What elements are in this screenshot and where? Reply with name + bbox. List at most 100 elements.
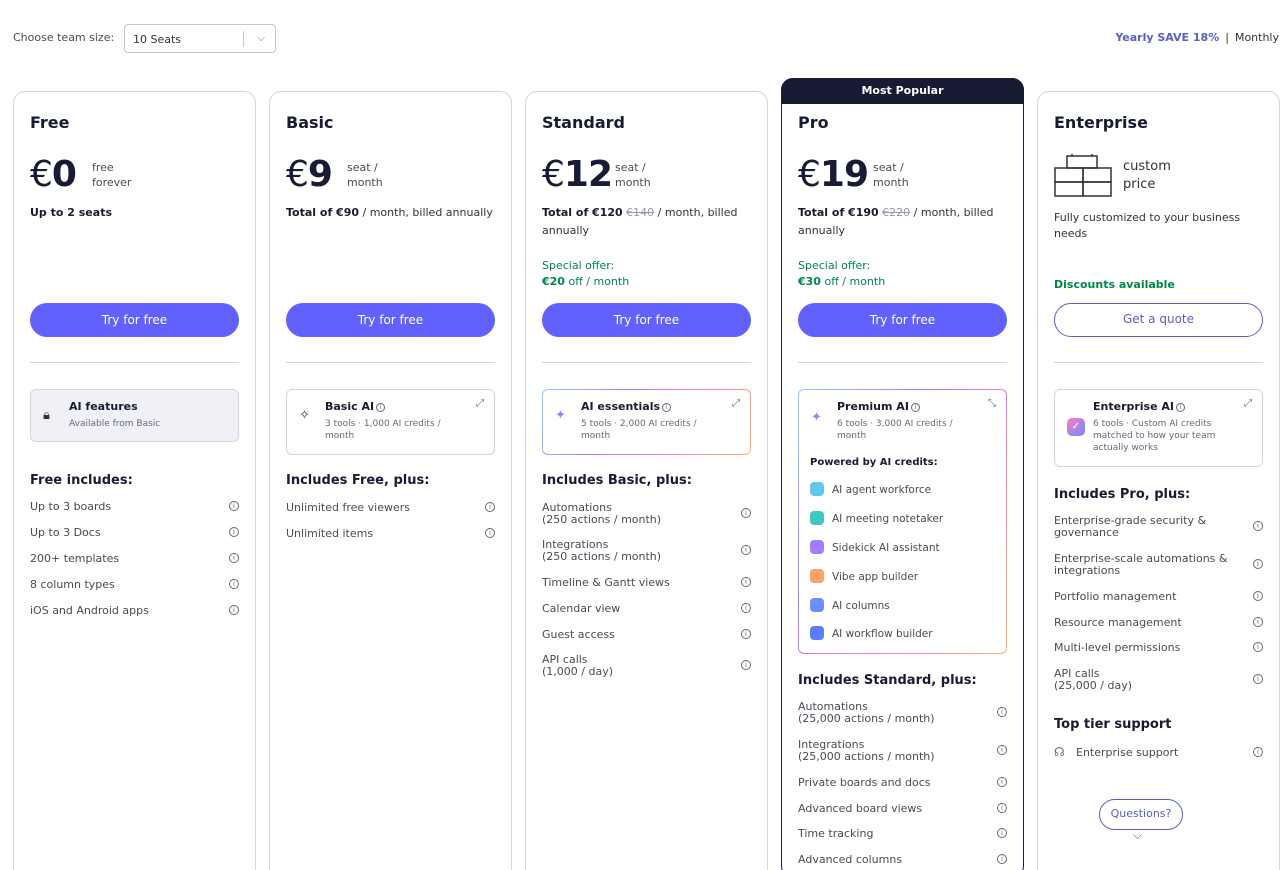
plan-card-enterprise: Enterprise custom price Fully customized …	[1037, 91, 1280, 870]
ai-sparkle-icon: ✦	[555, 408, 566, 423]
credit-item: AI agent workforce	[810, 482, 931, 496]
feature-item: ☊ Enterprise support i	[1054, 746, 1263, 759]
team-size-select[interactable]: 10 Seats ⌵	[124, 24, 276, 53]
expand-icon[interactable]: ⤢	[732, 398, 740, 409]
ai-desc: 6 tools · Custom AI credits matched to h…	[1093, 419, 1216, 453]
feature-item: iOS and Android apps i	[30, 605, 239, 617]
ai-features-box[interactable]: ✧ Basic AI i 3 tools · 1,000 AI credits /…	[286, 389, 495, 455]
team-size-label: Choose team size:	[13, 31, 115, 44]
info-icon[interactable]: i	[997, 854, 1007, 864]
questions-button[interactable]: Questions?	[1099, 799, 1183, 830]
info-icon[interactable]: i	[229, 553, 239, 563]
feature-item: Advanced board views i	[798, 803, 1007, 815]
sidekick-icon	[810, 540, 824, 554]
divider	[30, 362, 239, 363]
support-title: Top tier support	[1054, 717, 1172, 732]
info-icon[interactable]: i	[1253, 674, 1263, 684]
ai-features-box[interactable]: ✦ AI essentials i 5 tools · 2,000 AI cred…	[542, 389, 751, 455]
plan-card-standard: Standard €12 seat / month Total of €120 €…	[525, 91, 768, 870]
info-icon[interactable]: i	[997, 745, 1007, 755]
plan-name: Pro	[798, 113, 829, 132]
includes-title: Includes Pro, plus:	[1054, 487, 1191, 502]
plan-name: Enterprise	[1054, 113, 1148, 132]
info-icon[interactable]: i	[1253, 521, 1263, 531]
info-icon[interactable]: i	[485, 502, 495, 512]
total-price: Total of €120 €140 / month, billed annua…	[542, 206, 738, 237]
includes-title: Includes Standard, plus:	[798, 673, 977, 688]
info-icon[interactable]: i	[741, 629, 751, 639]
credit-item: AI meeting notetaker	[810, 511, 943, 525]
notetaker-icon	[810, 511, 824, 525]
plan-name: Free	[30, 113, 70, 132]
info-icon[interactable]: i	[741, 577, 751, 587]
feature-item: Automations (25,000 actions / month) i	[798, 701, 1007, 725]
feature-item: Enterprise-grade security & governance i	[1054, 515, 1263, 539]
info-icon[interactable]: i	[741, 508, 751, 518]
feature-item: Unlimited free viewers i	[286, 502, 495, 514]
expand-icon[interactable]: ⤢	[476, 398, 484, 409]
ai-desc: 6 tools · 3,000 AI credits / month	[837, 419, 953, 441]
info-icon[interactable]: i	[741, 603, 751, 613]
try-free-button[interactable]: Try for free	[30, 303, 239, 337]
info-icon[interactable]: i	[741, 660, 751, 670]
ai-title: Basic AI i	[325, 400, 386, 413]
lock-icon: 🔒︎	[43, 408, 50, 423]
price-period: seat / month	[873, 161, 909, 189]
billing-separator: |	[1225, 31, 1229, 44]
premium-ai-box[interactable]: ✦ Premium AI i 6 tools · 3,000 AI credits…	[798, 389, 1007, 654]
custom-price: custom price	[1123, 159, 1171, 192]
chevron-down-icon: ⌵	[257, 33, 265, 44]
info-icon[interactable]: i	[229, 605, 239, 615]
divider	[542, 362, 751, 363]
enterprise-subline: Fully customized to your business needs	[1054, 211, 1241, 240]
includes-title: Free includes:	[30, 473, 133, 488]
info-icon[interactable]: i	[997, 707, 1007, 717]
feature-item: Unlimited items i	[286, 528, 495, 540]
vibe-icon	[810, 569, 824, 583]
info-icon[interactable]: i	[1253, 617, 1263, 627]
shield-icon: ✓	[1067, 418, 1085, 436]
plan-name: Standard	[542, 113, 625, 132]
info-icon[interactable]: i	[1253, 642, 1263, 652]
price-amount: €12	[542, 154, 613, 195]
try-free-button[interactable]: Try for free	[542, 303, 751, 337]
feature-item: API calls (25,000 / day) i	[1054, 668, 1263, 692]
ai-title: Enterprise AI i	[1093, 400, 1186, 413]
yearly-option[interactable]: Yearly SAVE 18%	[1115, 31, 1219, 44]
ai-sparkle-icon: ✦	[811, 410, 822, 425]
feature-item: Portfolio management i	[1054, 591, 1263, 603]
ai-title: AI essentials i	[581, 400, 672, 413]
try-free-button[interactable]: Try for free	[286, 303, 495, 337]
powered-by-label: Powered by AI credits:	[810, 457, 938, 468]
collapse-icon[interactable]: ⤡	[988, 398, 996, 409]
feature-item: Up to 3 boards i	[30, 501, 239, 513]
info-icon[interactable]: i	[741, 545, 751, 555]
info-icon[interactable]: i	[229, 527, 239, 537]
info-icon[interactable]: i	[1253, 591, 1263, 601]
credit-item: AI workflow builder	[810, 626, 933, 640]
get-quote-button[interactable]: Get a quote	[1054, 303, 1263, 337]
monthly-option[interactable]: Monthly	[1235, 31, 1279, 44]
price-amount: €19	[798, 154, 869, 195]
feature-item: 200+ templates i	[30, 553, 239, 565]
info-icon[interactable]: i	[997, 803, 1007, 813]
try-free-button[interactable]: Try for free	[798, 303, 1007, 337]
ai-desc: 5 tools · 2,000 AI credits / month	[581, 419, 697, 441]
info-icon[interactable]: i	[229, 579, 239, 589]
feature-item: API calls (1,000 / day) i	[542, 654, 751, 678]
divider	[1054, 362, 1263, 363]
info-icon[interactable]: i	[997, 828, 1007, 838]
info-icon[interactable]: i	[485, 528, 495, 538]
ai-features-box[interactable]: ✓ Enterprise AI i 6 tools · Custom AI cre…	[1054, 389, 1263, 467]
info-icon[interactable]: i	[997, 777, 1007, 787]
feature-item: Integrations (250 actions / month) i	[542, 539, 751, 563]
feature-item: Calendar view i	[542, 603, 751, 615]
billing-toggle: Yearly SAVE 18% | Monthly	[1115, 31, 1279, 44]
feature-item: Automations (250 actions / month) i	[542, 502, 751, 526]
feature-item: Resource management i	[1054, 617, 1263, 629]
info-icon[interactable]: i	[1253, 559, 1263, 569]
info-icon[interactable]: i	[229, 501, 239, 511]
info-icon[interactable]: i	[1253, 747, 1263, 757]
feature-item: Time tracking i	[798, 828, 1007, 840]
expand-icon[interactable]: ⤢	[1244, 398, 1252, 409]
